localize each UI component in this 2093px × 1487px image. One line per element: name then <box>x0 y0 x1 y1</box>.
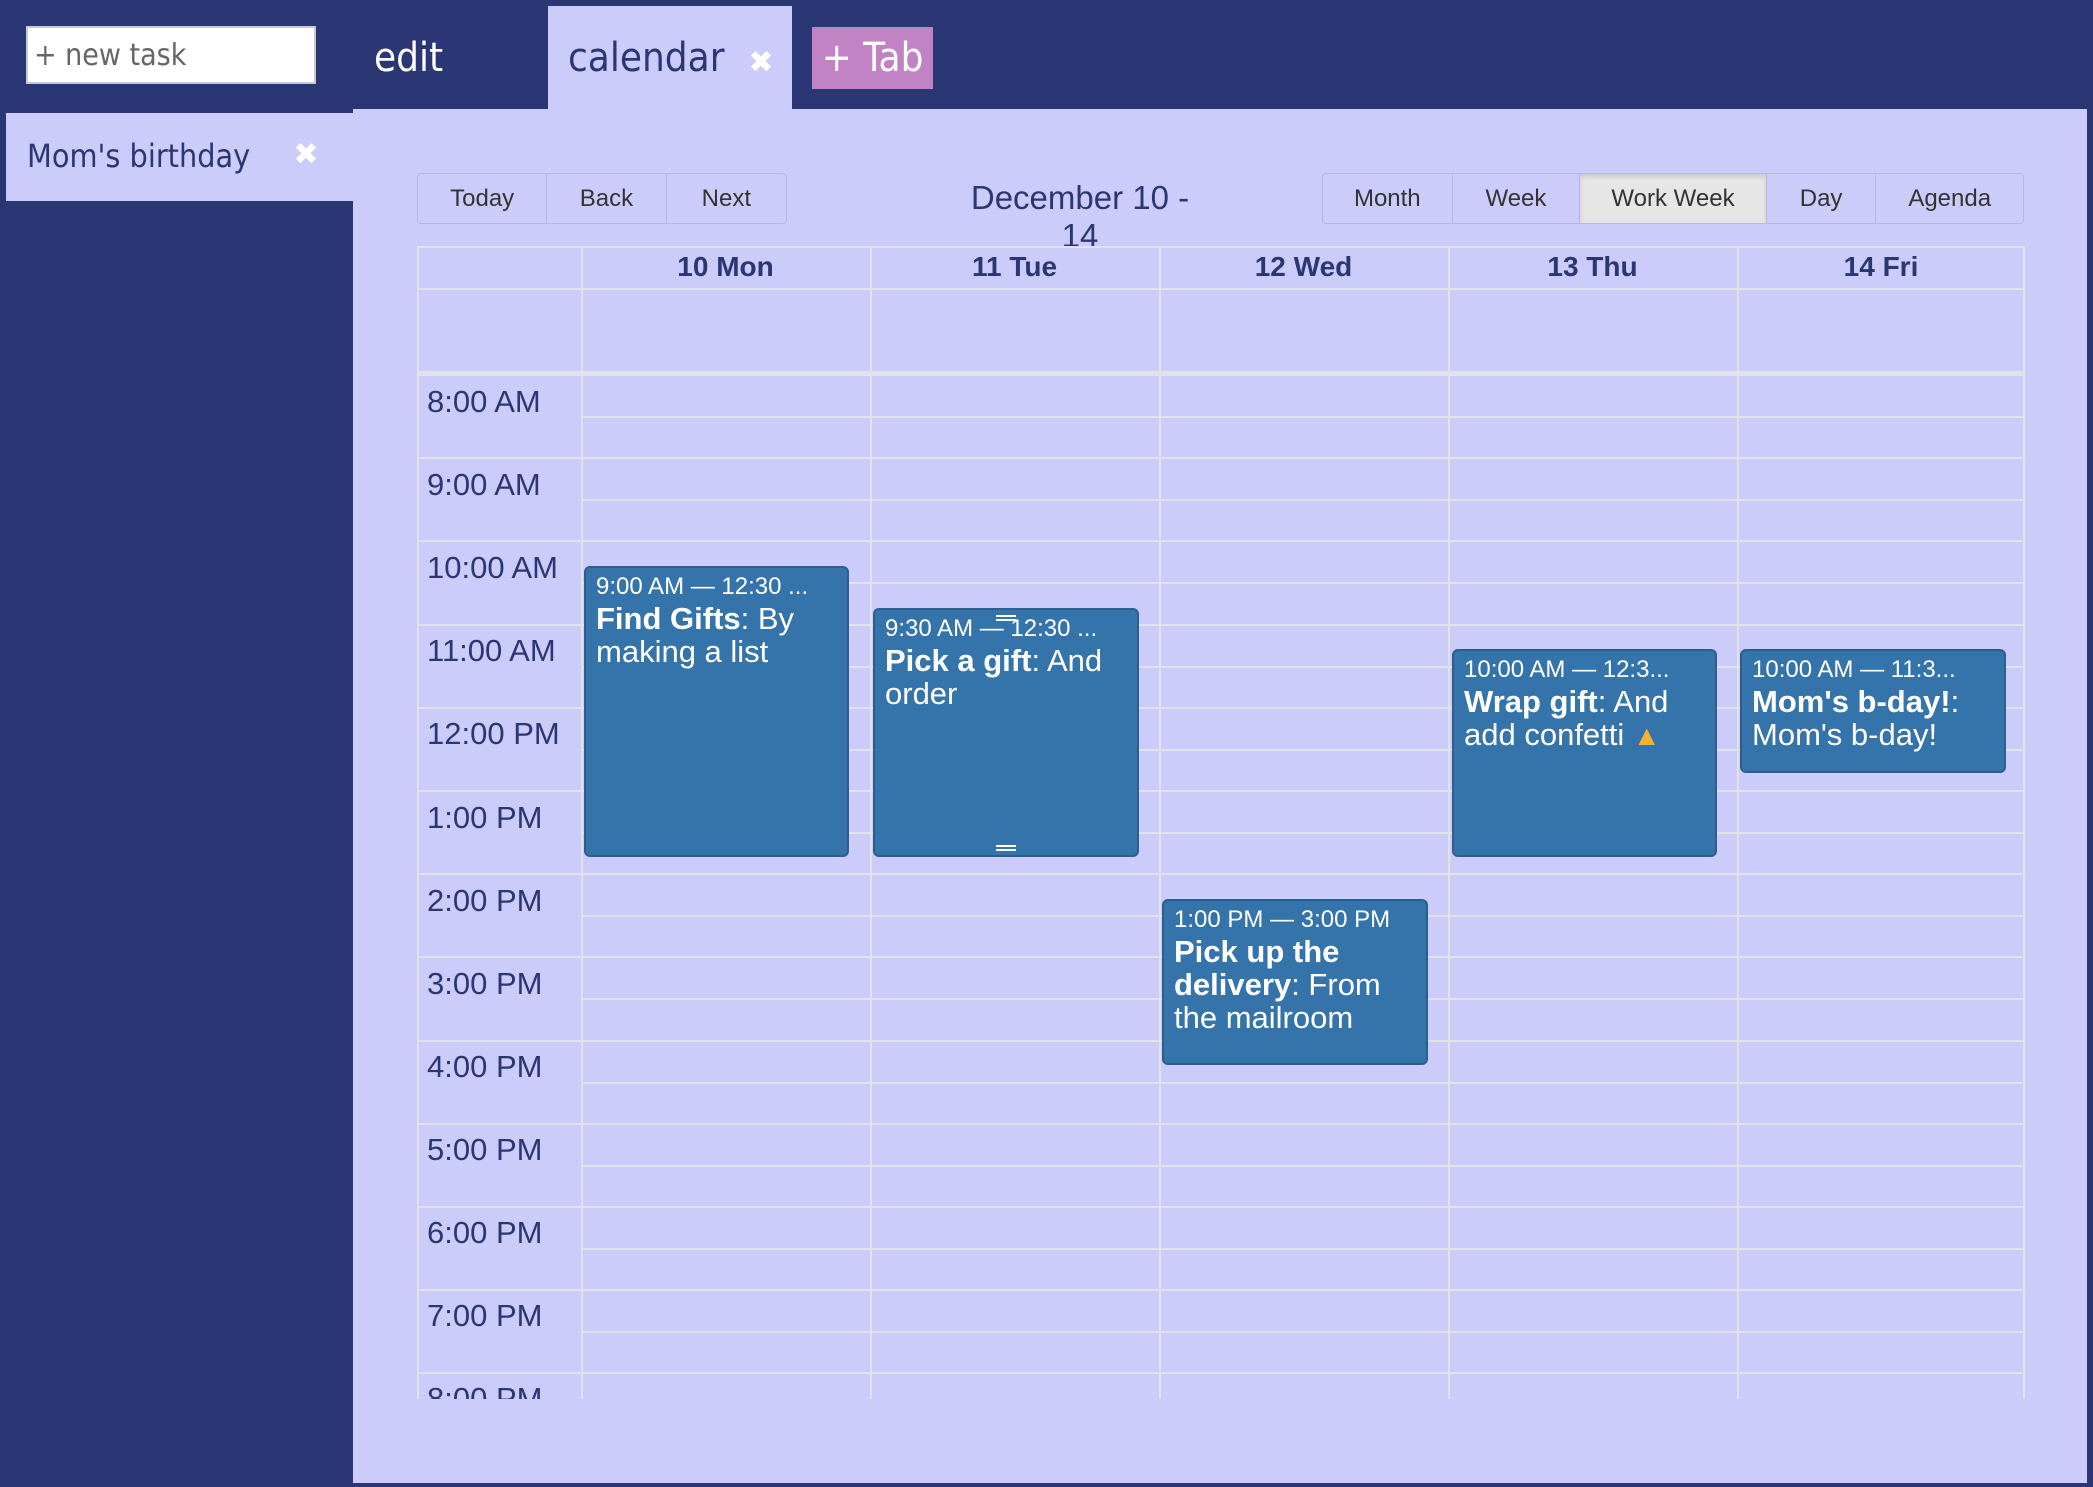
grid-hour-line <box>417 1123 2025 1125</box>
grid-hour-line <box>417 374 2025 376</box>
time-label: 10:00 AM <box>427 550 558 585</box>
add-tab-button[interactable]: + Tab <box>812 27 933 89</box>
grid-hour-line <box>417 1372 2025 1374</box>
grid-half-hour-line <box>581 1331 2025 1333</box>
grid-column-line <box>2023 246 2025 1399</box>
grid-half-hour-line <box>581 499 2025 501</box>
sidebar: Mom's birthday ✖ <box>0 109 353 1487</box>
time-label: 3:00 PM <box>427 966 543 1001</box>
grid-column-line <box>1159 246 1161 1399</box>
time-label: 5:00 PM <box>427 1132 543 1167</box>
tab-edit[interactable]: edit <box>374 6 534 109</box>
event-time: 9:00 AM — 12:30 ... <box>596 573 809 600</box>
event-body: Wrap gift: And add confetti ▲ <box>1464 685 1705 752</box>
view-month-button[interactable]: Month <box>1323 174 1453 223</box>
calendar-grid: 10 Mon 11 Tue 12 Wed 13 Thu 14 Fri 8:00 … <box>417 246 2025 1399</box>
close-icon[interactable]: ✖ <box>292 140 320 170</box>
grid-hour-line <box>417 873 2025 875</box>
sidebar-item-label: Mom's birthday <box>27 137 251 175</box>
back-button[interactable]: Back <box>547 174 667 223</box>
calendar-event[interactable]: 10:00 AM — 12:3... Wrap gift: And add co… <box>1452 649 1717 857</box>
grid-half-hour-line <box>581 1165 2025 1167</box>
day-header: 10 Mon <box>677 251 774 282</box>
top-bar: edit calendar ✖ + Tab <box>0 0 2093 109</box>
date-range-label: December 10 - 14 <box>970 179 1190 254</box>
grid-column-line <box>417 246 419 1399</box>
time-label: 6:00 PM <box>427 1215 543 1250</box>
day-header: 12 Wed <box>1254 251 1353 282</box>
day-header: 11 Tue <box>971 251 1058 282</box>
event-title: Find Gifts <box>596 601 741 636</box>
day-header-row: 10 Mon 11 Tue 12 Wed 13 Thu 14 Fri <box>417 246 2025 288</box>
calendar-event[interactable]: 1:00 PM — 3:00 PM Pick up the delivery: … <box>1162 899 1428 1065</box>
event-title: Mom's b-day! <box>1752 684 1951 719</box>
close-tab-icon[interactable]: ✖ <box>748 48 774 78</box>
resize-handle-icon[interactable] <box>996 845 1016 851</box>
calendar-event[interactable]: 9:00 AM — 12:30 ... Find Gifts: By makin… <box>584 566 849 857</box>
party-popper-icon: ▲ <box>1632 720 1661 751</box>
all-day-row[interactable] <box>417 288 2025 374</box>
view-button-group: Month Week Work Week Day Agenda <box>1322 173 2024 224</box>
event-body: Mom's b-day!: Mom's b-day! <box>1752 685 1994 751</box>
grid-half-hour-line <box>581 1248 2025 1250</box>
grid-hour-line <box>417 457 2025 459</box>
grid-column-line <box>1737 246 1739 1399</box>
view-day-button[interactable]: Day <box>1767 174 1877 223</box>
grid-hour-line <box>417 1206 2025 1208</box>
grid-column-line <box>1448 246 1450 1399</box>
calendar-panel: Today Back Next December 10 - 14 Month W… <box>353 109 2087 1483</box>
grid-half-hour-line <box>581 416 2025 418</box>
time-label: 4:00 PM <box>427 1049 543 1084</box>
sidebar-item-moms-birthday[interactable]: Mom's birthday ✖ <box>6 113 353 201</box>
time-label: 11:00 AM <box>427 633 556 668</box>
time-label: 9:00 AM <box>427 467 541 502</box>
event-body: Find Gifts: By making a list <box>596 602 837 668</box>
grid-hour-line <box>417 1289 2025 1291</box>
event-body: Pick a gift: And order <box>885 644 1127 710</box>
nav-button-group: Today Back Next <box>417 173 787 224</box>
view-work-week-button[interactable]: Work Week <box>1580 174 1767 223</box>
day-header: 13 Thu <box>1547 251 1638 282</box>
time-label: 7:00 PM <box>427 1298 543 1333</box>
next-button[interactable]: Next <box>667 174 786 223</box>
time-label: 1:00 PM <box>427 800 543 835</box>
new-task-input[interactable] <box>26 26 316 84</box>
event-body: Pick up the delivery: From the mailroom <box>1174 935 1416 1034</box>
view-agenda-button[interactable]: Agenda <box>1876 174 2023 223</box>
view-week-button[interactable]: Week <box>1453 174 1581 223</box>
time-label: 8:00 PM <box>427 1381 543 1399</box>
calendar-event[interactable]: 9:30 AM — 12:30 ... Pick a gift: And ord… <box>873 608 1139 857</box>
resize-handle-icon[interactable] <box>996 615 1016 621</box>
tab-calendar-label: calendar <box>568 34 725 81</box>
grid-column-line <box>581 246 583 1399</box>
tab-edit-label: edit <box>374 34 444 81</box>
calendar-event[interactable]: 10:00 AM — 11:3... Mom's b-day!: Mom's b… <box>1740 649 2006 773</box>
event-title: Pick a gift <box>885 643 1032 678</box>
event-time: 10:00 AM — 11:3... <box>1752 656 1956 683</box>
event-time: 1:00 PM — 3:00 PM <box>1174 906 1391 933</box>
grid-half-hour-line <box>581 1082 2025 1084</box>
event-time: 10:00 AM — 12:3... <box>1464 656 1670 683</box>
time-label: 2:00 PM <box>427 883 543 918</box>
day-header: 14 Fri <box>1843 251 1919 282</box>
grid-hour-line <box>417 540 2025 542</box>
today-button[interactable]: Today <box>418 174 548 223</box>
grid-column-line <box>870 246 872 1399</box>
time-label: 12:00 PM <box>427 716 560 751</box>
event-title: Wrap gift <box>1464 684 1598 719</box>
time-label: 8:00 AM <box>427 384 541 419</box>
